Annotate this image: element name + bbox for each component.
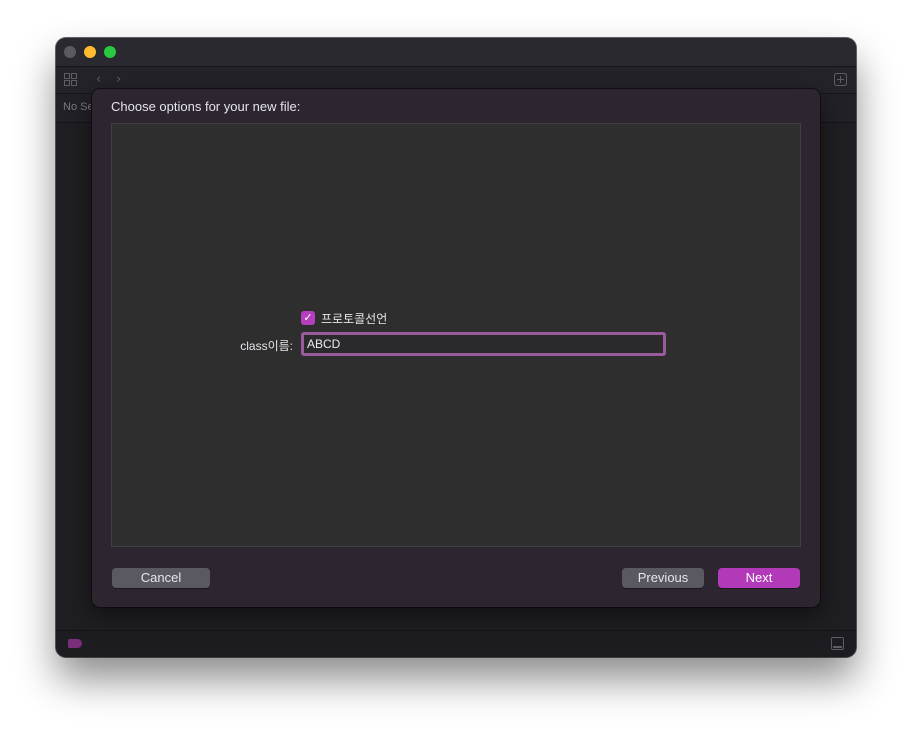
title-bar xyxy=(56,38,856,67)
new-file-options-sheet: Choose options for your new file: ✓ 프로토콜… xyxy=(92,89,820,607)
class-name-input[interactable]: ABCD xyxy=(301,332,666,356)
class-name-label: class이름: xyxy=(240,339,293,353)
toggle-debug-area-icon[interactable] xyxy=(831,637,844,650)
sheet-title: Choose options for your new file: xyxy=(111,99,301,114)
no-selection-text: No Se xyxy=(63,101,94,113)
options-panel: ✓ 프로토콜선언 class이름: ABCD xyxy=(111,123,801,547)
checkmark-icon[interactable]: ✓ xyxy=(301,311,315,325)
protocol-checkbox-label[interactable]: 프로토콜선언 xyxy=(321,310,387,327)
grid-icon[interactable] xyxy=(64,67,77,96)
previous-button[interactable]: Previous xyxy=(622,568,704,588)
minimize-window-button[interactable] xyxy=(84,46,96,58)
zoom-window-button[interactable] xyxy=(104,46,116,58)
breakpoint-indicator-icon[interactable] xyxy=(68,639,82,648)
debug-bar xyxy=(56,630,856,657)
protocol-checkbox-row[interactable]: ✓ 프로토콜선언 xyxy=(301,310,387,326)
close-window-button[interactable] xyxy=(64,46,76,58)
add-editor-icon-glyph xyxy=(834,73,847,86)
cancel-button[interactable]: Cancel xyxy=(112,568,210,588)
next-button[interactable]: Next xyxy=(718,568,800,588)
grid-icon-glyph xyxy=(64,73,77,86)
add-editor-icon[interactable] xyxy=(834,67,847,96)
